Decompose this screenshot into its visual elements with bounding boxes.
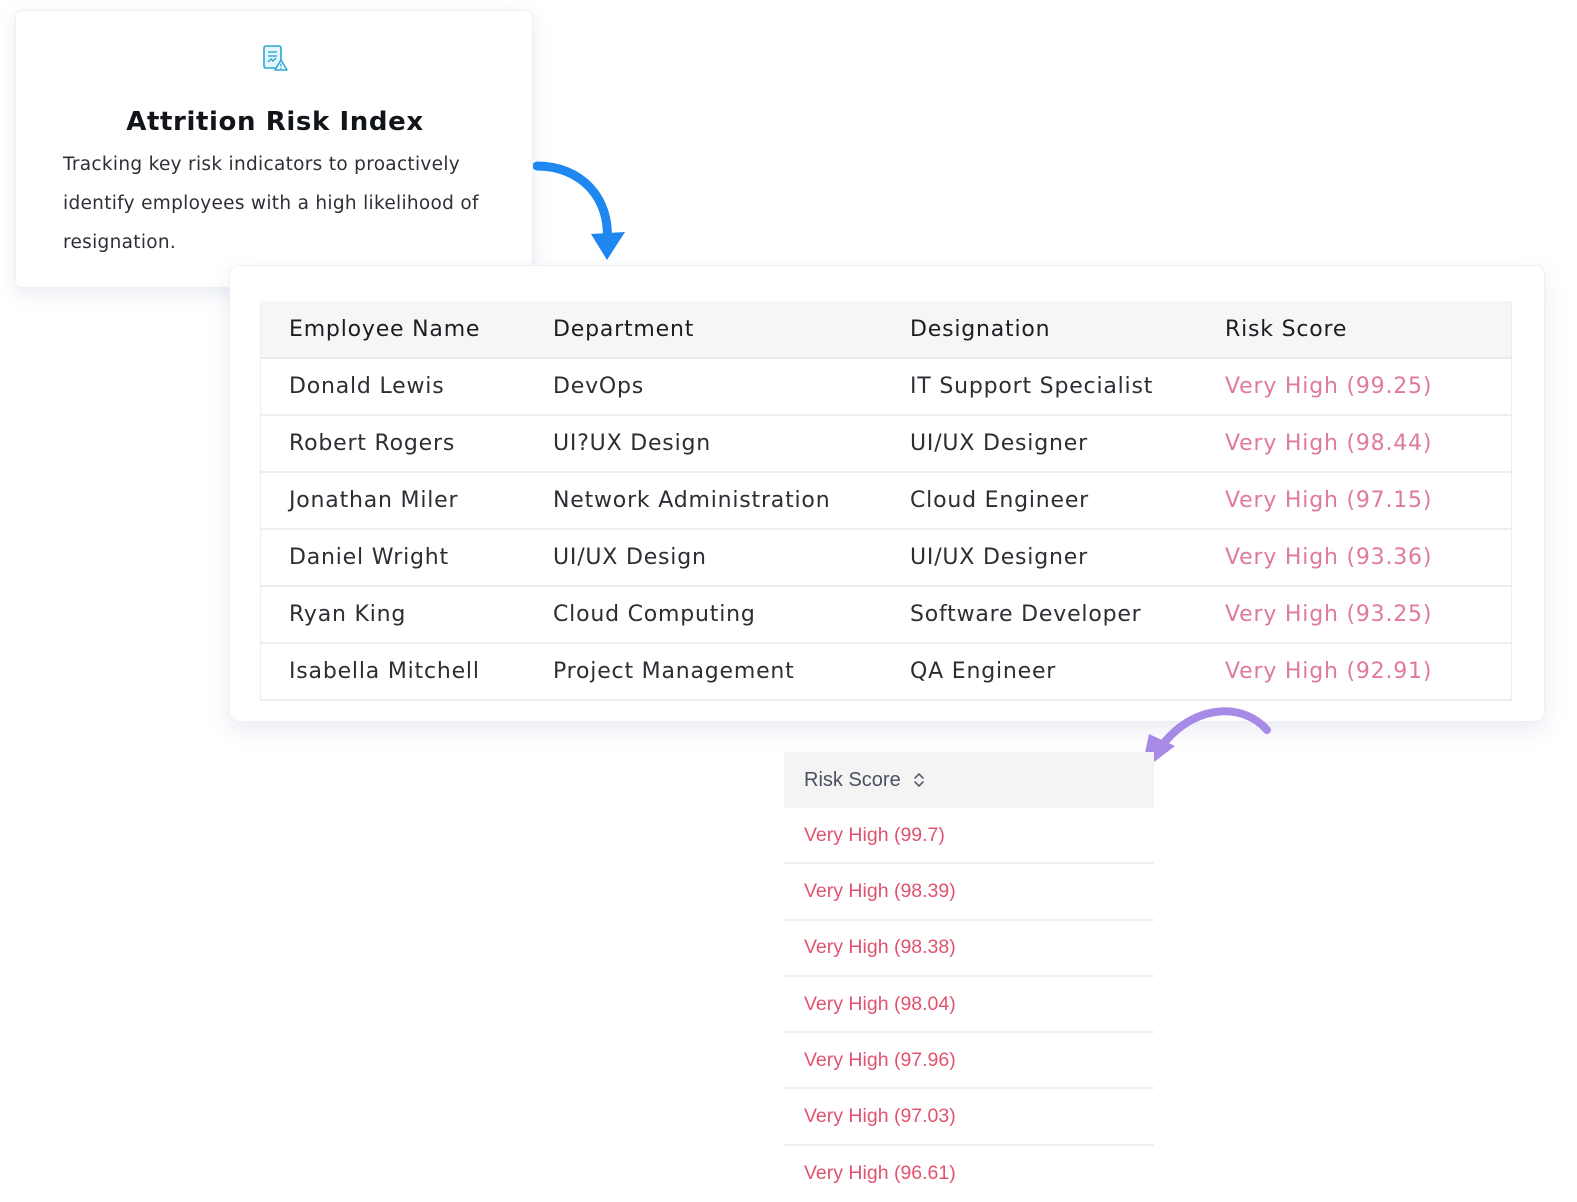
table-row[interactable]: Isabella Mitchell Project Management QA … (260, 643, 1512, 701)
risk-score-cell: Very High (98.38) (784, 921, 1154, 977)
cell-risk-score: Very High (98.44) (1225, 415, 1512, 473)
cell-department: UI?UX Design (553, 415, 910, 473)
cell-risk-score: Very High (92.91) (1225, 643, 1512, 701)
cell-designation: Software Developer (910, 586, 1225, 644)
risk-score-column: Risk Score Very High (99.7) Very High (9… (784, 752, 1154, 1202)
cell-designation: IT Support Specialist (910, 358, 1225, 416)
report-alert-icon (263, 45, 288, 71)
cell-employee-name: Donald Lewis (260, 358, 553, 416)
cell-designation: UI/UX Designer (910, 529, 1225, 587)
risk-score-cell: Very High (97.03) (784, 1089, 1154, 1146)
table-row[interactable]: Jonathan Miler Network Administration Cl… (260, 472, 1512, 530)
card-description: Tracking key risk indicators to proactiv… (63, 154, 479, 253)
column-header-designation[interactable]: Designation (910, 301, 1225, 359)
risk-score-header-label: Risk Score (804, 768, 901, 791)
cell-employee-name: Daniel Wright (260, 529, 553, 587)
cell-department: Project Management (553, 643, 910, 701)
risk-score-cell: Very High (99.7) (784, 808, 1154, 865)
risk-score-cell: Very High (97.96) (784, 1033, 1154, 1090)
cell-employee-name: Ryan King (260, 586, 553, 644)
employee-risk-table-card: Employee Name Department Designation Ris… (229, 265, 1545, 722)
table-row[interactable]: Ryan King Cloud Computing Software Devel… (260, 586, 1512, 644)
sort-updown-icon[interactable] (913, 772, 925, 788)
column-header-department[interactable]: Department (553, 301, 910, 359)
cell-department: UI/UX Design (553, 529, 910, 587)
cell-designation: UI/UX Designer (910, 415, 1225, 473)
table-header-row: Employee Name Department Designation Ris… (260, 301, 1512, 359)
table-row[interactable]: Donald Lewis DevOps IT Support Specialis… (260, 358, 1512, 416)
cell-risk-score: Very High (93.25) (1225, 586, 1512, 644)
curved-arrow-down-icon (533, 161, 625, 260)
card-title: Attrition Risk Index (126, 107, 424, 137)
cell-designation: Cloud Engineer (910, 472, 1225, 530)
risk-score-cell: Very High (98.04) (784, 977, 1154, 1034)
risk-score-sort-header[interactable]: Risk Score (784, 752, 1154, 808)
column-header-employee-name[interactable]: Employee Name (260, 301, 553, 359)
cell-department: Cloud Computing (553, 586, 910, 644)
risk-score-cell: Very High (98.39) (784, 864, 1154, 921)
employee-risk-table: Employee Name Department Designation Ris… (260, 301, 1512, 701)
cell-risk-score: Very High (97.15) (1225, 472, 1512, 530)
risk-score-cell: Very High (96.61) (804, 1162, 956, 1185)
cell-employee-name: Jonathan Miler (260, 472, 553, 530)
column-header-risk-score[interactable]: Risk Score (1225, 301, 1512, 359)
cell-department: DevOps (553, 358, 910, 416)
cell-employee-name: Robert Rogers (260, 415, 553, 473)
attrition-info-card: Attrition Risk Index Tracking key risk i… (15, 10, 533, 288)
cell-department: Network Administration (553, 472, 910, 530)
table-row[interactable]: Robert Rogers UI?UX Design UI/UX Designe… (260, 415, 1512, 473)
cell-employee-name: Isabella Mitchell (260, 643, 553, 701)
cell-risk-score: Very High (93.36) (1225, 529, 1512, 587)
table-row[interactable]: Daniel Wright UI/UX Design UI/UX Designe… (260, 529, 1512, 587)
cell-designation: QA Engineer (910, 643, 1225, 701)
curved-arrow-left-icon (1141, 707, 1271, 772)
cell-risk-score: Very High (99.25) (1225, 358, 1512, 416)
